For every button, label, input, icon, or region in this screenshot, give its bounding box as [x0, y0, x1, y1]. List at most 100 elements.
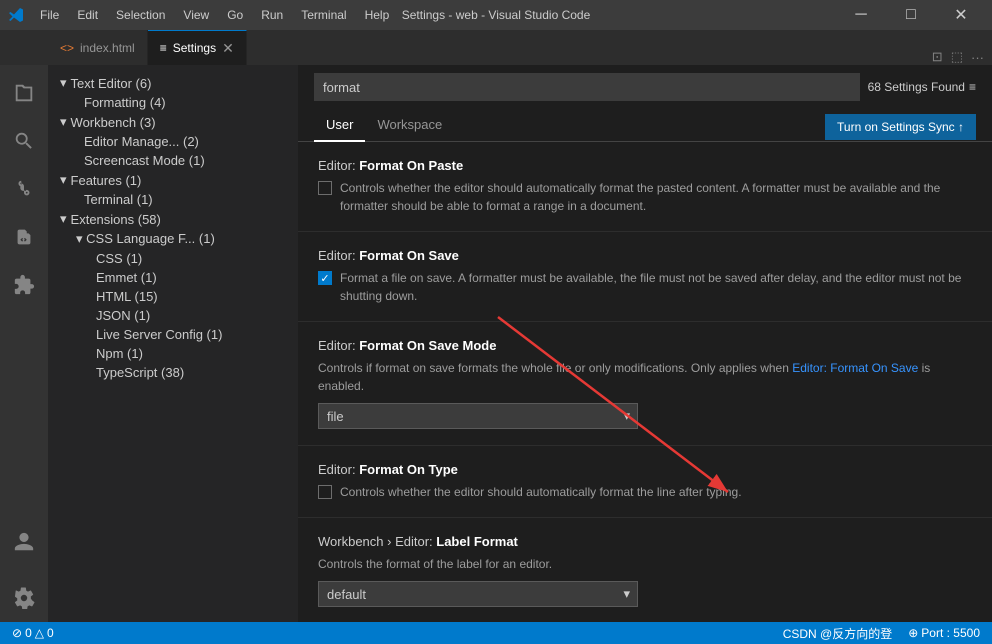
port-label: Port : 5500	[921, 626, 980, 640]
sidebar-item-terminal[interactable]: Terminal (1)	[48, 190, 298, 209]
toggle-layout-icon[interactable]: ⬚	[951, 49, 963, 65]
status-right: CSDN @反方向的登 ⊕ Port : 5500	[779, 625, 984, 642]
sync-button[interactable]: Turn on Settings Sync ↑	[825, 114, 976, 140]
menu-help[interactable]: Help	[357, 6, 398, 24]
sidebar-item-json[interactable]: JSON (1)	[48, 306, 298, 325]
format-on-paste-checkbox[interactable]	[318, 181, 332, 195]
format-on-save-mode-title: Editor: Format On Save Mode	[318, 338, 972, 353]
format-on-save-checkbox-row: ✓ Format a file on save. A formatter mus…	[318, 269, 972, 305]
search-input[interactable]	[314, 73, 860, 101]
label-format-desc: Controls the format of the label for an …	[318, 555, 972, 573]
window-title: Settings - web - Visual Studio Code	[402, 8, 591, 22]
title-bar: File Edit Selection View Go Run Terminal…	[0, 0, 992, 30]
tab-index-html-icon: <>	[60, 41, 74, 55]
status-csdn[interactable]: CSDN @反方向的登	[779, 625, 897, 642]
format-on-save-checkbox[interactable]: ✓	[318, 271, 332, 285]
settings-tabs: User Workspace Turn on Settings Sync ↑	[298, 109, 992, 142]
format-on-save-mode-select-wrapper: file modifications modificationsIfAvaila…	[318, 403, 638, 429]
sidebar-item-workbench[interactable]: ▾ Workbench (3)	[48, 112, 298, 132]
format-on-paste-desc: Controls whether the editor should autom…	[340, 179, 972, 215]
maximize-button[interactable]: □	[888, 0, 934, 30]
error-count: 0	[25, 626, 32, 640]
features-arrow: ▾	[60, 172, 67, 188]
vscode-logo	[8, 7, 24, 23]
sidebar-item-text-editor[interactable]: ▾ Text Editor (6)	[48, 73, 298, 93]
status-errors[interactable]: ⊘ 0 △ 0	[8, 626, 58, 640]
format-on-save-desc: Format a file on save. A formatter must …	[340, 269, 972, 305]
tab-user[interactable]: User	[314, 113, 365, 142]
format-on-type-prefix: Editor:	[318, 462, 359, 477]
menu-edit[interactable]: Edit	[69, 6, 106, 24]
sidebar-item-css-language[interactable]: ▾ CSS Language F... (1)	[48, 229, 298, 249]
menu-bar: File Edit Selection View Go Run Terminal…	[32, 6, 397, 24]
setting-label-format: Workbench › Editor: Label Format Control…	[298, 518, 992, 622]
menu-view[interactable]: View	[175, 6, 217, 24]
extensions-label: Extensions (58)	[71, 212, 161, 227]
activity-explorer[interactable]	[0, 69, 48, 117]
sidebar-item-css[interactable]: CSS (1)	[48, 249, 298, 268]
close-button[interactable]: ✕	[938, 0, 984, 30]
tab-settings[interactable]: ≡ Settings ✕	[148, 30, 247, 65]
split-editor-icon[interactable]: ⊡	[932, 49, 943, 65]
activity-settings[interactable]	[0, 574, 48, 622]
menu-terminal[interactable]: Terminal	[293, 6, 354, 24]
error-icon: ⊘	[12, 626, 22, 640]
title-bar-left: File Edit Selection View Go Run Terminal…	[8, 6, 397, 24]
sidebar-item-screencast[interactable]: Screencast Mode (1)	[48, 151, 298, 170]
label-format-select-wrapper: default short medium long	[318, 581, 638, 607]
sidebar-item-emmet[interactable]: Emmet (1)	[48, 268, 298, 287]
sidebar-item-typescript[interactable]: TypeScript (38)	[48, 363, 298, 382]
tab-workspace[interactable]: Workspace	[365, 113, 454, 142]
sidebar-item-live-server[interactable]: Live Server Config (1)	[48, 325, 298, 344]
sidebar-item-html[interactable]: HTML (15)	[48, 287, 298, 306]
format-on-paste-title: Editor: Format On Paste	[318, 158, 972, 173]
sidebar-item-features[interactable]: ▾ Features (1)	[48, 170, 298, 190]
format-on-save-mode-select[interactable]: file modifications modificationsIfAvaila…	[318, 403, 638, 429]
label-format-name: Label Format	[436, 534, 518, 549]
tab-settings-close[interactable]: ✕	[222, 40, 234, 57]
format-on-save-prefix: Editor:	[318, 248, 359, 263]
css-language-arrow: ▾	[76, 231, 83, 246]
label-format-select[interactable]: default short medium long	[318, 581, 638, 607]
sidebar-item-editor-manage[interactable]: Editor Manage... (2)	[48, 132, 298, 151]
format-on-save-mode-name: Format On Save Mode	[359, 338, 496, 353]
menu-go[interactable]: Go	[219, 6, 251, 24]
text-editor-label: Text Editor (6)	[71, 76, 152, 91]
activity-run-debug[interactable]	[0, 213, 48, 261]
terminal-label: Terminal (1)	[84, 192, 153, 207]
more-actions-icon[interactable]: ···	[971, 50, 984, 65]
warning-count: 0	[47, 626, 54, 640]
workbench-label: Workbench (3)	[71, 115, 156, 130]
format-on-save-mode-prefix: Editor:	[318, 338, 359, 353]
text-editor-arrow: ▾	[60, 75, 67, 91]
sidebar-item-extensions[interactable]: ▾ Extensions (58)	[48, 209, 298, 229]
settings-sidebar: ▾ Text Editor (6) Formatting (4) ▾ Workb…	[48, 65, 298, 622]
activity-search[interactable]	[0, 117, 48, 165]
format-on-save-title: Editor: Format On Save	[318, 248, 972, 263]
format-on-type-checkbox[interactable]	[318, 485, 332, 499]
sidebar-item-npm[interactable]: Npm (1)	[48, 344, 298, 363]
menu-file[interactable]: File	[32, 6, 67, 24]
search-count-text: 68 Settings Found	[868, 80, 965, 94]
label-format-prefix: Workbench › Editor:	[318, 534, 436, 549]
search-bar: 68 Settings Found ≡	[298, 65, 992, 109]
tab-index-html-label: index.html	[80, 41, 135, 55]
tab-settings-label: Settings	[173, 41, 216, 55]
settings-content-area: 68 Settings Found ≡ User Workspace Turn …	[298, 65, 992, 622]
format-on-save-link[interactable]: Editor: Format On Save	[792, 361, 918, 375]
sidebar-item-formatting[interactable]: Formatting (4)	[48, 93, 298, 112]
status-port[interactable]: ⊕ Port : 5500	[904, 626, 984, 640]
activity-source-control[interactable]	[0, 165, 48, 213]
settings-scroll[interactable]: Editor: Format On Paste Controls whether…	[298, 142, 992, 622]
search-count: 68 Settings Found ≡	[868, 80, 976, 94]
menu-selection[interactable]: Selection	[108, 6, 173, 24]
setting-format-on-type: ⚙ Editor: Format On Type Controls whethe…	[298, 446, 992, 518]
menu-run[interactable]: Run	[253, 6, 291, 24]
activity-extensions[interactable]	[0, 261, 48, 309]
tab-index-html[interactable]: <> index.html	[48, 30, 148, 65]
window-controls: ─ □ ✕	[838, 0, 984, 30]
filter-icon[interactable]: ≡	[969, 80, 976, 94]
minimize-button[interactable]: ─	[838, 0, 884, 30]
activity-account[interactable]	[0, 518, 48, 566]
warning-icon: △	[35, 626, 44, 640]
